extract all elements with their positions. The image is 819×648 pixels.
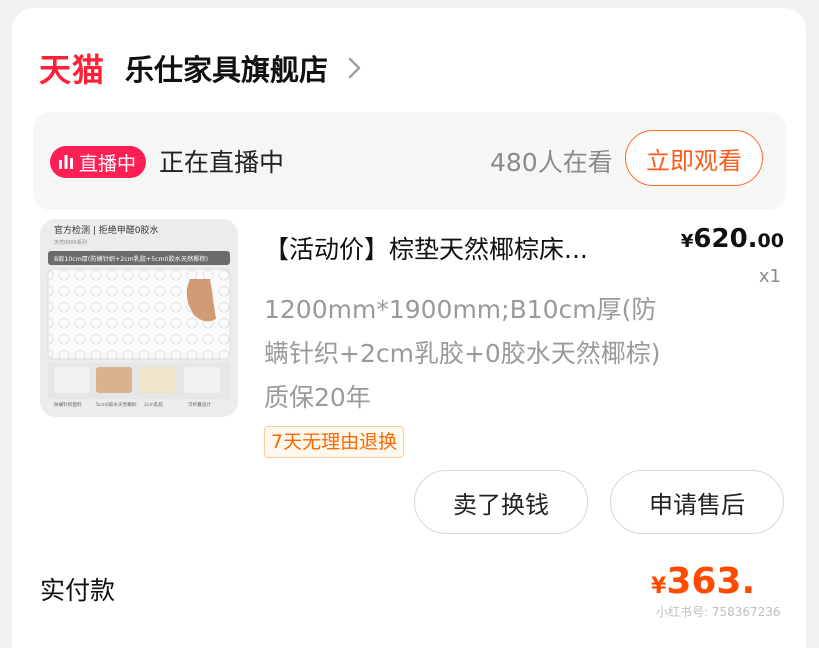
tmall-logo: 天猫 — [39, 51, 106, 89]
image-band-text: B款10cm厚(防螨针织+2cm乳胶+5cm0胶水天然椰棕) — [54, 255, 208, 263]
live-badge: 直播中 — [50, 146, 147, 178]
price-decimal: 00 — [757, 230, 784, 252]
image-sub-text: 天然0000系列 — [54, 239, 87, 246]
product-title[interactable]: 【活动价】棕垫天然椰棕床... — [264, 230, 654, 266]
shop-header[interactable]: 天猫 乐仕家具旗舰店 — [39, 47, 364, 89]
shop-name[interactable]: 乐仕家具旗舰店 — [125, 47, 328, 89]
watermark: 小红书号: 758367236 — [656, 605, 781, 619]
viewer-count: 480人在看 — [490, 148, 613, 177]
paid-symbol: ¥ — [651, 574, 667, 599]
product-quantity: x1 — [758, 266, 781, 287]
paid-amount: ¥363. — [651, 561, 755, 602]
price-integer: 620. — [693, 224, 758, 254]
after-sale-button[interactable]: 申请售后 — [610, 470, 784, 534]
image-item-2: 5cm0胶水天然椰棕 — [96, 401, 137, 408]
order-card: 天猫 乐仕家具旗舰店 直播中 正在直播中 480人在看 立即观看 官方检测 | … — [12, 8, 806, 648]
product-image[interactable]: 官方检测 | 拒绝甲醛0胶水 天然0000系列 B款10cm厚(防螨针织+2cm… — [40, 219, 238, 417]
live-badge-label: 直播中 — [79, 152, 137, 175]
image-item-1: 防螨针织面料 — [54, 401, 82, 408]
paid-label: 实付款 — [40, 576, 116, 605]
image-header-text: 官方检测 | 拒绝甲醛0胶水 — [54, 224, 158, 236]
image-item-4: 可折叠设计 — [188, 401, 211, 408]
mattress-image: 官方检测 | 拒绝甲醛0胶水 天然0000系列 B款10cm厚(防螨针织+2cm… — [40, 219, 238, 417]
paid-value: 363. — [666, 561, 756, 602]
product-price: ¥620.00 — [681, 224, 784, 254]
product-spec: 1200mm*1900mm;B10cm厚(防螨针织+2cm乳胶+0胶水天然椰棕)… — [264, 295, 661, 412]
live-bars-icon — [59, 155, 73, 169]
watch-now-button[interactable]: 立即观看 — [625, 130, 763, 186]
chevron-right-icon[interactable] — [346, 54, 364, 82]
live-status-text: 正在直播中 — [159, 148, 285, 177]
image-item-3: 2cm乳胶 — [144, 401, 164, 408]
price-symbol: ¥ — [680, 231, 694, 252]
live-banner[interactable]: 直播中 正在直播中 480人在看 立即观看 — [33, 112, 786, 210]
return-policy-tag: 7天无理由退换 — [264, 426, 405, 458]
sell-button[interactable]: 卖了换钱 — [414, 470, 588, 534]
